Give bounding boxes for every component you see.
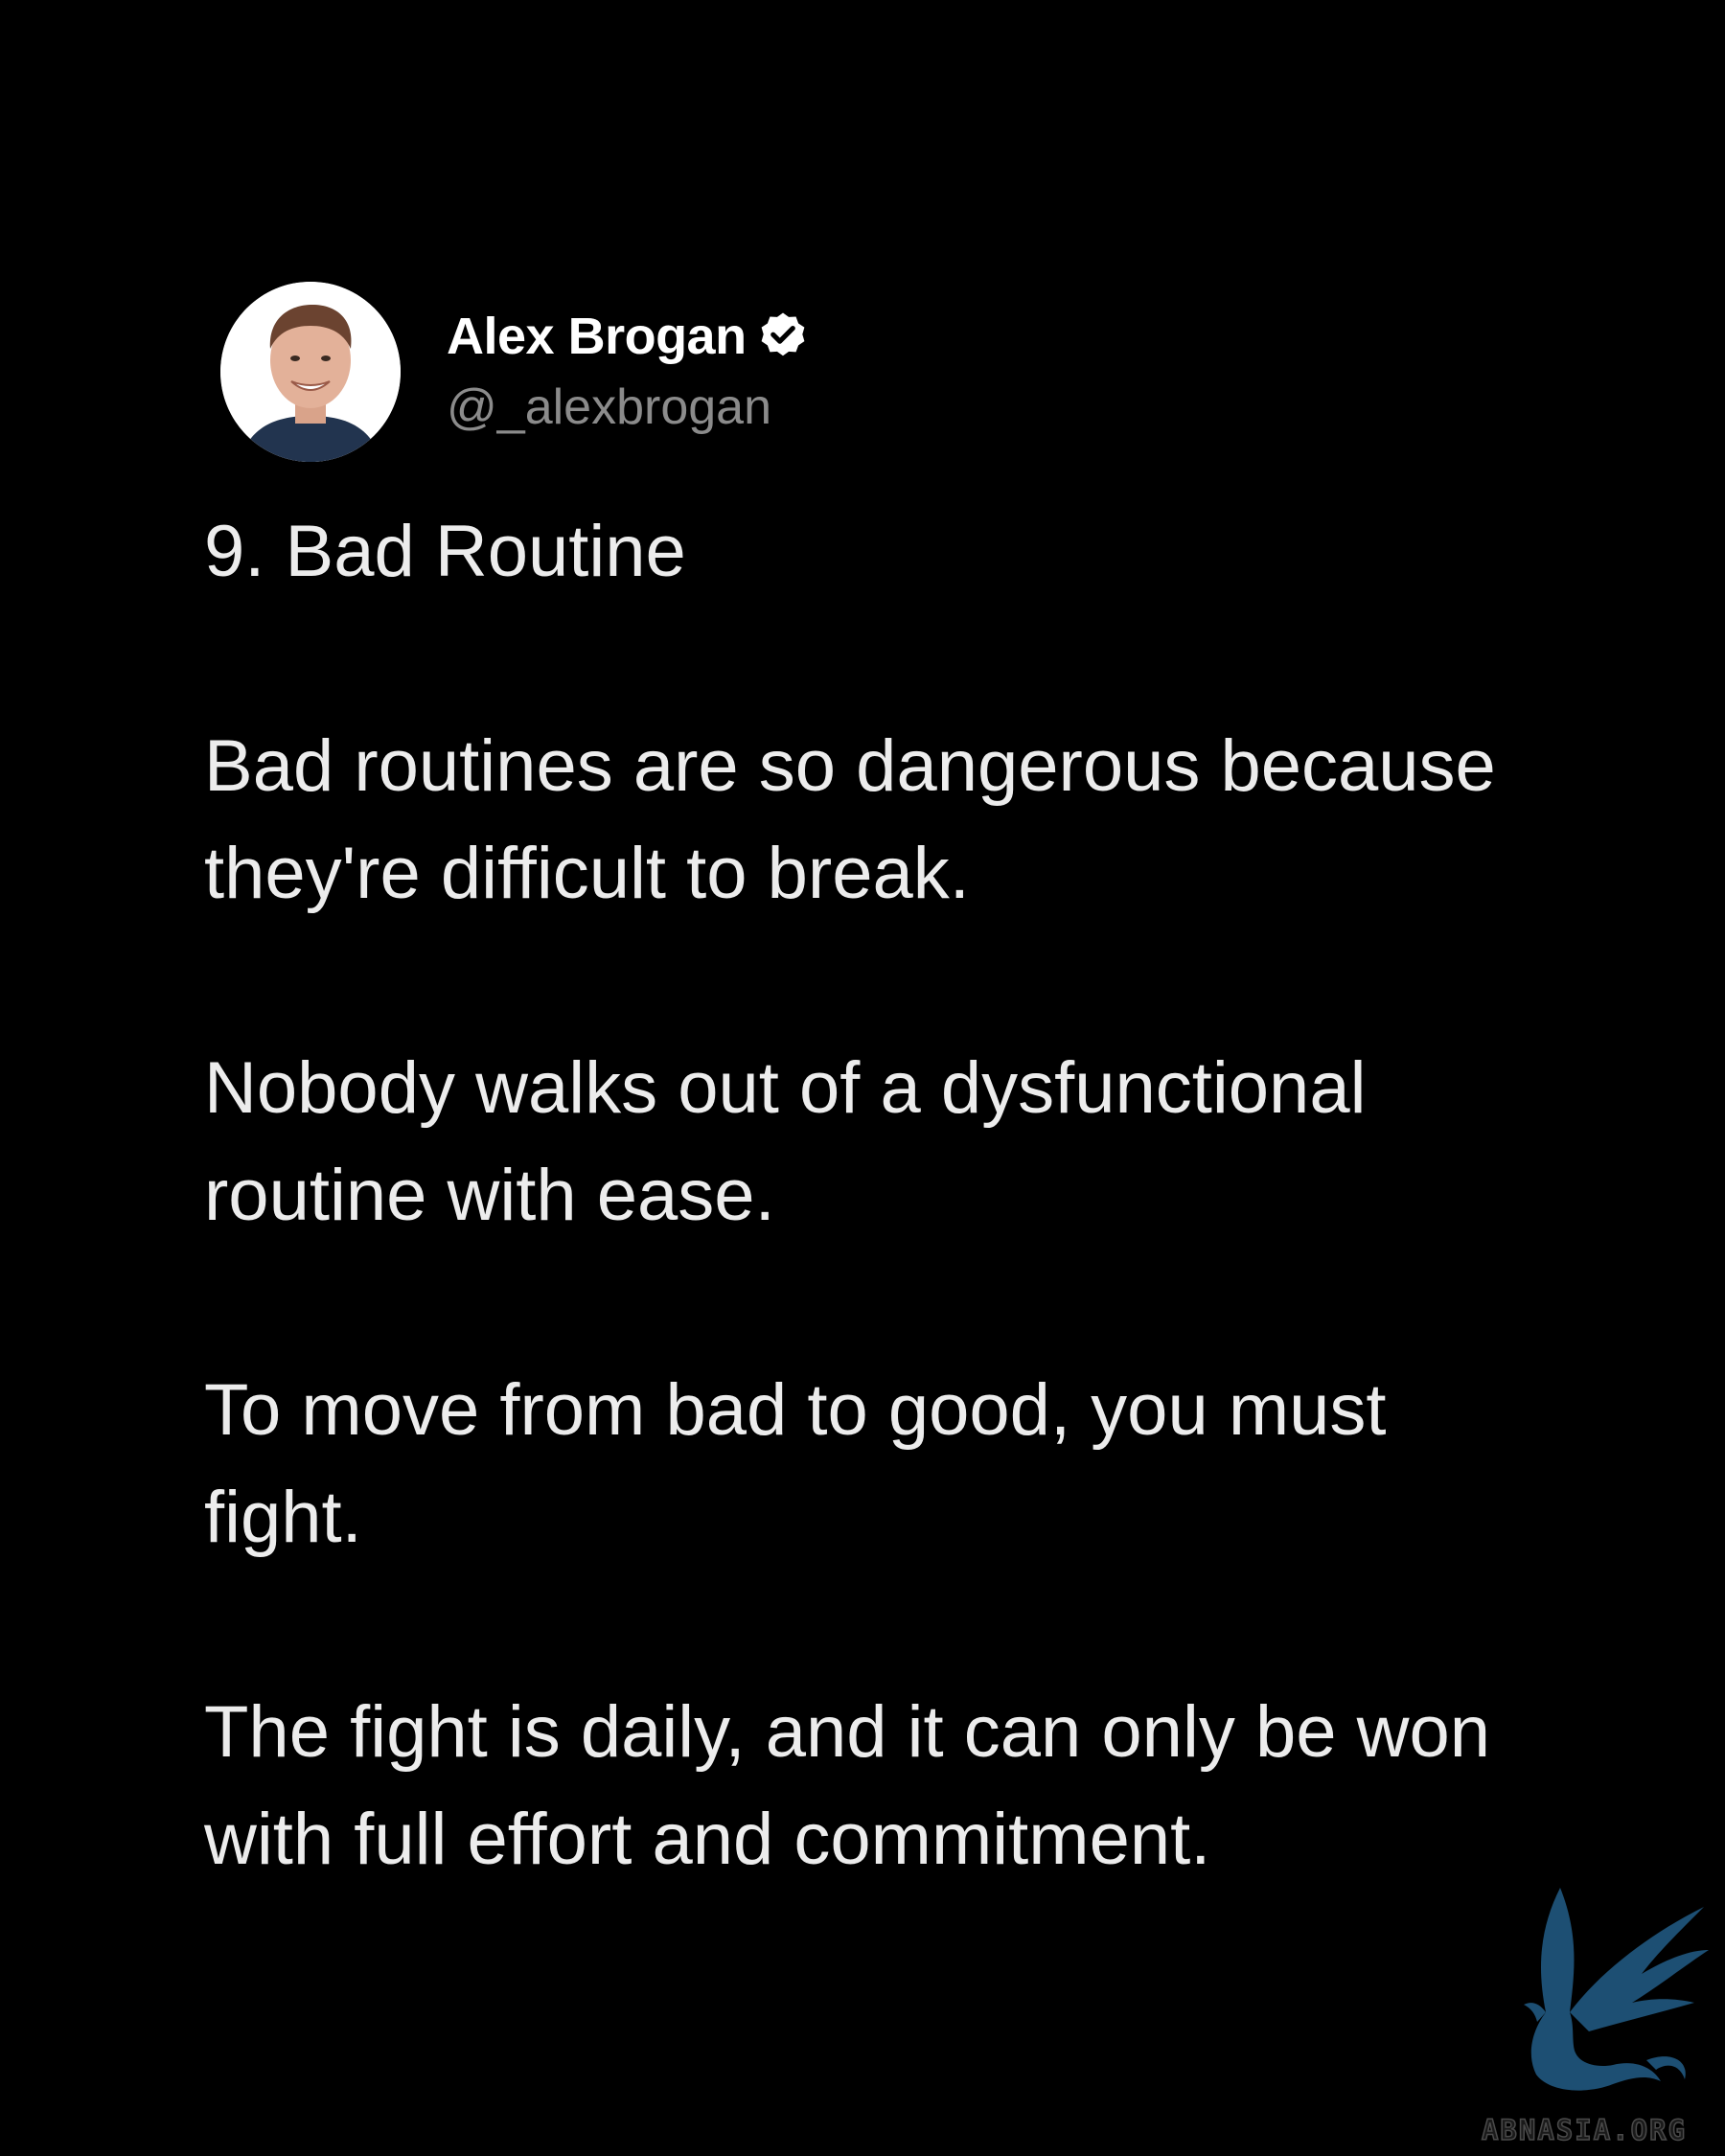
watermark: ABNASIA.ORG <box>1455 1869 1714 2147</box>
post-paragraph: Nobody walks out of a dysfunctional rout… <box>204 1047 1367 1236</box>
griffin-logo-icon <box>1524 1888 1709 2091</box>
post-paragraph: To move from bad to good, you must fight… <box>204 1369 1387 1558</box>
author-names: Alex Brogan @_alexbrogan <box>447 305 810 439</box>
verified-badge-icon <box>761 312 804 356</box>
post-header: Alex Brogan @_alexbrogan <box>220 281 810 463</box>
post-paragraph-title: 9. Bad Routine <box>204 511 686 592</box>
display-name[interactable]: Alex Brogan <box>447 305 747 368</box>
user-handle[interactable]: @_alexbrogan <box>447 376 810 439</box>
post-paragraph: Bad routines are so dangerous because th… <box>204 725 1496 914</box>
post-body: 9. Bad Routine Bad routines are so dange… <box>204 498 1527 2001</box>
avatar-photo <box>220 282 401 462</box>
watermark-text: ABNASIA.ORG <box>1481 2113 1688 2147</box>
name-row: Alex Brogan <box>447 305 810 368</box>
post-paragraph: The fight is daily, and it can only be w… <box>204 1691 1491 1880</box>
avatar[interactable] <box>220 282 401 462</box>
